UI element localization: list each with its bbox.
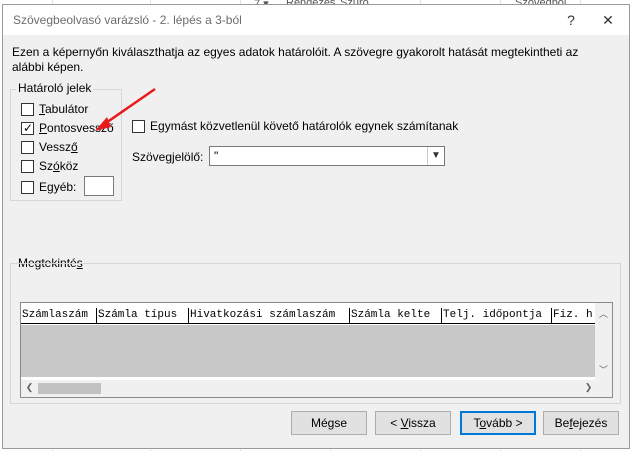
intro-text: Ezen a képernyőn kiválaszthatja az egyes… [12,45,579,74]
chevron-down-icon[interactable]: ▼ [427,147,444,165]
checkbox-label: Egymást közvetlenül követő határolók egy… [150,119,459,133]
title-bar: Szövegbeolvasó varázsló - 2. lépés a 3-b… [3,5,629,35]
preview-column: Telj. időpontja [442,308,552,323]
data-preview: Számlaszám Számla típus Hivatkozási szám… [20,302,613,398]
chevron-down-icon[interactable]: ﹀ [595,363,612,376]
finish-button[interactable]: Befejezés [543,411,619,435]
preview-column: Fiz. h [553,309,593,321]
checkbox-label: Tabulátor [39,102,89,116]
checkbox-tab[interactable]: Tabulátor [21,101,88,117]
checkbox[interactable] [21,102,34,116]
chevron-left-icon[interactable]: ❮ [21,382,38,393]
checkbox[interactable] [21,140,34,154]
dialog-title: Szövegbeolvasó varázsló - 2. lépés a 3-b… [13,13,242,27]
next-button[interactable]: Tovább > [460,411,536,435]
text-qualifier-value: " [214,149,219,163]
preview-header-row: Számlaszám Számla típus Hivatkozási szám… [21,308,597,324]
red-arrow-icon [95,87,156,131]
checkbox-comma[interactable]: Vessző [21,139,78,155]
preview-column: Számla típus [97,308,189,323]
checkbox-other[interactable]: Egyéb: [21,179,76,195]
help-button[interactable]: ? [556,9,586,31]
chevron-up-icon[interactable]: ︿ [595,307,612,320]
preview-column: Számlaszám [21,308,97,323]
cancel-button[interactable]: Mégse [291,411,367,435]
checkbox[interactable] [21,159,34,173]
checkbox-label: Szóköz [39,159,79,173]
horizontal-scrollbar[interactable]: ❮ ❯ [21,380,597,397]
text-import-wizard-dialog: Szövegbeolvasó varázsló - 2. lépés a 3-b… [2,4,630,449]
checkbox[interactable] [132,119,145,133]
other-delimiter-input[interactable] [84,176,114,196]
checkbox[interactable] [21,180,34,194]
checkbox[interactable]: ✓ [21,120,34,135]
checkmark-icon: ✓ [23,120,34,135]
preview-data-area [21,325,597,377]
preview-column: Hivatkozási számlaszám [189,308,350,323]
back-button[interactable]: < Vissza [375,411,451,435]
text-qualifier-label: Szövegjelölő: [132,150,204,164]
checkbox-treat-consecutive[interactable]: Egymást közvetlenül követő határolók egy… [132,118,458,134]
preview-column: Számla kelte [350,308,442,323]
close-button[interactable]: ✕ [593,9,623,31]
scrollbar-corner [595,380,612,397]
scrollbar-thumb[interactable] [38,383,101,394]
vertical-scrollbar[interactable]: ︿ ﹀ [595,303,612,382]
checkbox-label: Egyéb: [39,180,77,194]
text-qualifier-select[interactable]: " ▼ [209,146,445,166]
checkbox-space[interactable]: Szóköz [21,158,78,174]
checkbox-label: Vessző [39,140,78,154]
delimiters-group-label: Határoló jelek [16,81,94,95]
